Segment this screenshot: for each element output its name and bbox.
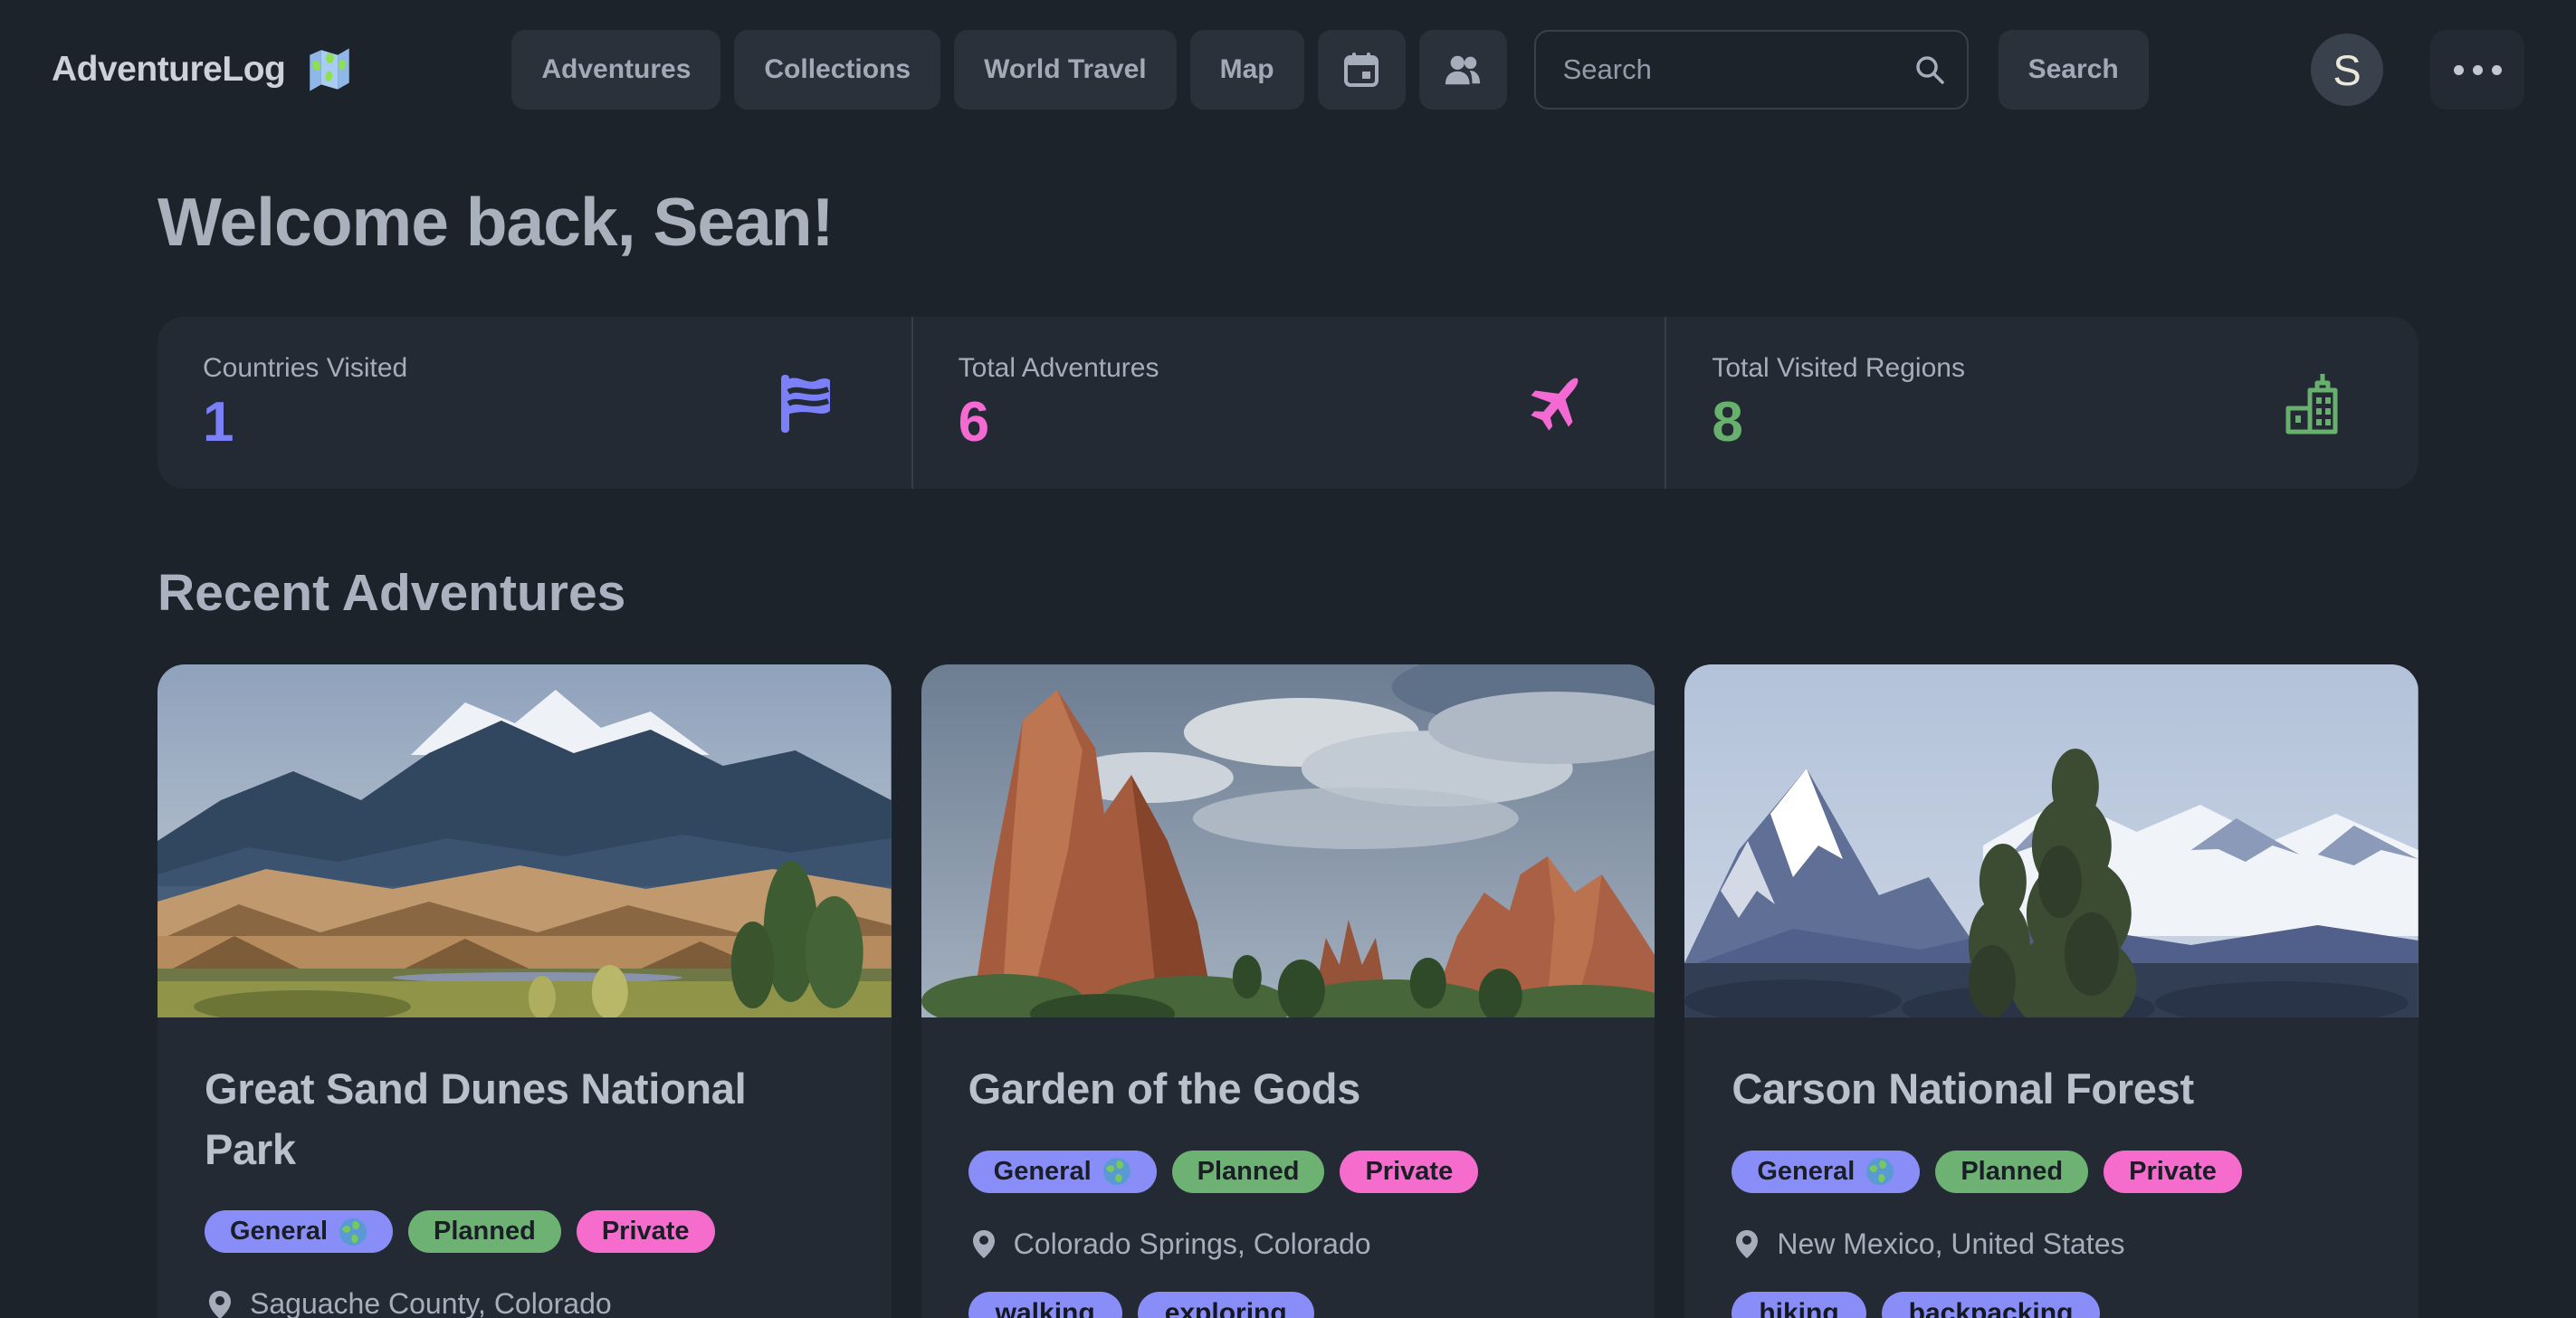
stat-total-adventures: Total Adventures 6: [911, 317, 1665, 489]
globe-icon: [1865, 1157, 1894, 1186]
globe-icon: [1102, 1157, 1131, 1186]
tag-row: walking exploring: [968, 1292, 1608, 1318]
nav-links: Adventures Collections World Travel Map: [511, 30, 2148, 110]
calendar-button[interactable]: [1318, 30, 1406, 110]
stat-value: 1: [203, 395, 866, 451]
badge-row: General Planned Private: [968, 1151, 1608, 1193]
adventure-photo-red-rocks: [921, 664, 1655, 1017]
flag-icon: [770, 368, 841, 438]
location-row: Saguache County, Colorado: [205, 1287, 844, 1318]
badge-private: Private: [2104, 1151, 2242, 1193]
search-icon: [1914, 54, 1945, 85]
badge-planned: Planned: [1935, 1151, 2088, 1193]
users-icon: [1444, 51, 1482, 89]
location-row: Colorado Springs, Colorado: [968, 1227, 1608, 1261]
location-pin-icon: [1732, 1228, 1762, 1259]
badge-private: Private: [1340, 1151, 1478, 1193]
card-body: Garden of the Gods General Planned Priva…: [921, 1017, 1655, 1318]
card-body: Great Sand Dunes National Park General P…: [157, 1017, 892, 1318]
stat-countries-visited: Countries Visited 1: [157, 317, 911, 489]
badge-row: General Planned Private: [205, 1210, 844, 1253]
welcome-heading: Welcome back, Sean!: [157, 183, 2419, 261]
tag-hiking: hiking: [1732, 1292, 1865, 1318]
location-text: Saguache County, Colorado: [250, 1287, 612, 1318]
stat-value: 8: [1712, 395, 2373, 451]
ellipsis-icon: [2454, 65, 2502, 75]
nav-world-travel[interactable]: World Travel: [954, 30, 1177, 110]
tag-exploring: exploring: [1138, 1292, 1314, 1318]
badge-general: General: [1732, 1151, 1920, 1193]
app-logo[interactable]: AdventureLog: [52, 43, 356, 96]
badge-general: General: [968, 1151, 1157, 1193]
adventure-card-great-sand-dunes[interactable]: Great Sand Dunes National Park General P…: [157, 664, 892, 1318]
card-body: Carson National Forest General Planned P…: [1684, 1017, 2419, 1318]
adventure-photo-sand-dunes: [157, 664, 892, 1017]
search-input[interactable]: [1534, 30, 1969, 110]
adventure-card-carson-national-forest[interactable]: Carson National Forest General Planned P…: [1684, 664, 2419, 1318]
stats-panel: Countries Visited 1 Total Adventures 6 T…: [157, 317, 2419, 489]
calendar-icon: [1342, 51, 1380, 89]
badge-planned: Planned: [1172, 1151, 1325, 1193]
search-area: [1534, 30, 1969, 110]
adventure-photo-snowy-mountains: [1684, 664, 2419, 1017]
nav-collections[interactable]: Collections: [734, 30, 940, 110]
recent-adventures-grid: Great Sand Dunes National Park General P…: [157, 664, 2419, 1318]
adventure-title: Carson National Forest: [1732, 1059, 2371, 1120]
location-text: Colorado Springs, Colorado: [1014, 1227, 1371, 1261]
badge-private: Private: [577, 1210, 715, 1253]
recent-adventures-heading: Recent Adventures: [157, 563, 2419, 623]
airplane-icon: [1520, 366, 1594, 440]
badge-row: General Planned Private: [1732, 1151, 2371, 1193]
location-pin-icon: [205, 1289, 235, 1318]
location-text: New Mexico, United States: [1777, 1227, 2124, 1261]
location-row: New Mexico, United States: [1732, 1227, 2371, 1261]
overflow-menu-button[interactable]: [2430, 30, 2524, 110]
nav-map[interactable]: Map: [1190, 30, 1304, 110]
stat-label: Countries Visited: [203, 353, 866, 384]
stat-total-visited-regions: Total Visited Regions 8: [1665, 317, 2419, 489]
avatar[interactable]: S: [2311, 33, 2383, 106]
map-emoji-icon: [303, 43, 356, 96]
adventure-card-garden-of-the-gods[interactable]: Garden of the Gods General Planned Priva…: [921, 664, 1655, 1318]
main-navbar: AdventureLog Adventures Collections Worl…: [0, 0, 2576, 139]
tag-row: hiking backpacking: [1732, 1292, 2371, 1318]
main-content: Welcome back, Sean! Countries Visited 1 …: [0, 183, 2576, 1318]
badge-planned: Planned: [408, 1210, 561, 1253]
adventure-title: Garden of the Gods: [968, 1059, 1608, 1120]
globe-icon: [339, 1218, 367, 1246]
tag-walking: walking: [968, 1292, 1122, 1318]
badge-general: General: [205, 1210, 393, 1253]
stat-label: Total Visited Regions: [1712, 353, 2373, 384]
adventure-title: Great Sand Dunes National Park: [205, 1059, 844, 1180]
users-button[interactable]: [1419, 30, 1507, 110]
tag-backpacking: backpacking: [1882, 1292, 2101, 1318]
nav-adventures[interactable]: Adventures: [511, 30, 720, 110]
city-icon: [2275, 367, 2348, 439]
app-title: AdventureLog: [52, 50, 285, 90]
search-button[interactable]: Search: [1999, 30, 2149, 110]
location-pin-icon: [968, 1228, 999, 1259]
navbar-right: S: [2311, 30, 2524, 110]
